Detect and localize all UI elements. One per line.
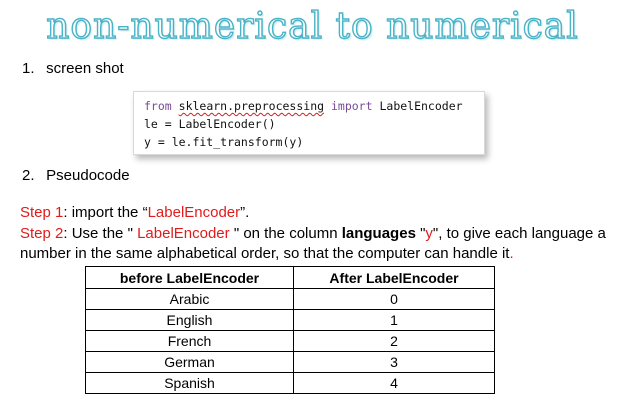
code-line-transform: y = le.fit_transform(y) xyxy=(144,135,304,149)
section-heading-pseudocode: 2. Pseudocode xyxy=(22,167,130,184)
section-label: screen shot xyxy=(46,60,124,77)
section-label: Pseudocode xyxy=(46,167,130,184)
code-keyword-import: import xyxy=(330,99,373,113)
code-class-name: LabelEncoder xyxy=(379,99,463,113)
table-header: before LabelEncoder xyxy=(85,266,294,289)
table-cell-language: French xyxy=(85,330,294,352)
step-label: Step 1 xyxy=(20,204,64,221)
step-label: Step 2 xyxy=(20,225,64,242)
table-cell-language: Arabic xyxy=(85,288,294,310)
code-line-import: from sklearn.preprocessing import LabelE… xyxy=(144,99,463,113)
table-cell-language: English xyxy=(85,309,294,331)
code-keyword-from: from xyxy=(144,99,172,113)
table-cell-code: 0 xyxy=(293,288,495,310)
step-text: : Use the " xyxy=(63,225,138,242)
column-name: languages xyxy=(341,225,416,242)
step-text: " on the column xyxy=(229,225,342,242)
table-row: Spanish 4 xyxy=(85,372,495,394)
encoding-table: before LabelEncoder After LabelEncoder A… xyxy=(85,266,495,394)
table-header-row: before LabelEncoder After LabelEncoder xyxy=(85,266,495,289)
class-highlight: LabelEncoder xyxy=(137,225,230,242)
table-header: After LabelEncoder xyxy=(293,266,495,289)
table-row: Arabic 0 xyxy=(85,288,495,310)
table-cell-code: 1 xyxy=(293,309,495,331)
step-text: : import the “ xyxy=(63,204,148,221)
table-cell-code: 2 xyxy=(293,330,495,352)
table-cell-language: Spanish xyxy=(85,372,294,394)
code-module-name: sklearn.preprocessing xyxy=(178,99,325,113)
section-heading-screenshot: 1. screen shot xyxy=(22,60,124,77)
section-number: 2. xyxy=(22,167,35,184)
table-row: German 3 xyxy=(85,351,495,373)
step-end: . xyxy=(509,245,514,262)
table-cell-code: 4 xyxy=(293,372,495,394)
step-text: " xyxy=(415,225,426,242)
step-1-text: Step 1: import the “LabelEncoder”. xyxy=(20,203,610,223)
step-2-text: Step 2: Use the " LabelEncoder " on the … xyxy=(20,224,610,264)
table-cell-language: German xyxy=(85,351,294,373)
class-highlight: LabelEncoder xyxy=(147,204,241,221)
section-number: 1. xyxy=(22,60,35,77)
table-cell-code: 3 xyxy=(293,351,495,373)
variable-name: y xyxy=(425,225,433,242)
table-row: English 1 xyxy=(85,309,495,331)
page-title: non-numerical to numerical xyxy=(46,5,579,47)
step-text: ”. xyxy=(240,204,250,221)
code-line-instantiate: le = LabelEncoder() xyxy=(144,117,276,131)
code-screenshot: from sklearn.preprocessing import LabelE… xyxy=(133,91,485,155)
table-row: French 2 xyxy=(85,330,495,352)
